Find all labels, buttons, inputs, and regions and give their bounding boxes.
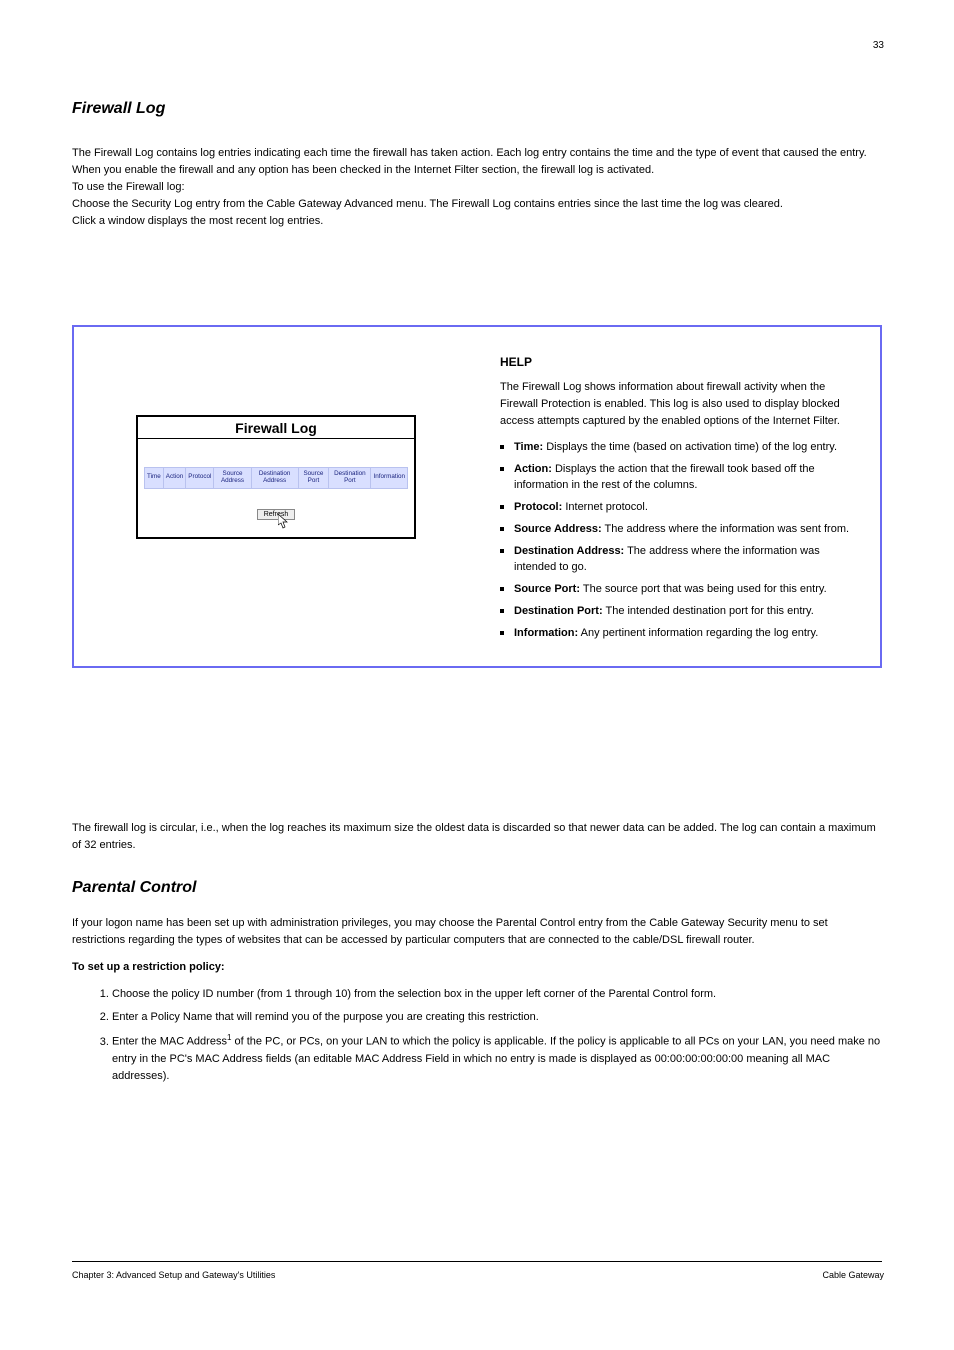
footer-left: Chapter 3: Advanced Setup and Gateway's … (72, 1270, 275, 1280)
page-title: Firewall Log (72, 100, 165, 118)
step-item: Enter a Policy Name that will remind you… (112, 1009, 882, 1026)
th-time: Time (145, 468, 164, 489)
list-item: Source Port: The source port that was be… (500, 582, 858, 598)
intro-p3: Choose the Security Log entry from the C… (72, 196, 882, 213)
parental-p1: If your logon name has been set up with … (72, 915, 882, 949)
bullet-icon (500, 505, 504, 509)
bullet-icon (500, 549, 504, 553)
parental-p2: To set up a restriction policy: (72, 959, 882, 976)
list-item: Protocol: Internet protocol. (500, 500, 858, 516)
th-action: Action (163, 468, 186, 489)
step-item: Enter the MAC Address1 of the PC, or PCs… (112, 1032, 882, 1085)
list-item: Information: Any pertinent information r… (500, 626, 858, 642)
item-label: Protocol: (514, 501, 562, 513)
th-src-port: Source Port (298, 468, 329, 489)
bullet-icon (500, 631, 504, 635)
screenshot-column: Firewall Log Time Action Protocol Source… (96, 355, 486, 539)
item-label: Time: (514, 441, 543, 453)
step-item: Choose the policy ID number (from 1 thro… (112, 986, 882, 1003)
section-heading-parental: Parental Control (72, 876, 882, 901)
bullet-icon (500, 609, 504, 613)
bullet-icon (500, 445, 504, 449)
list-item: Source Address: The address where the in… (500, 522, 858, 538)
item-label: Source Address: (514, 523, 602, 535)
item-text: The source port that was being used for … (580, 583, 827, 595)
item-text: Any pertinent information regarding the … (578, 627, 818, 639)
item-label: Destination Address: (514, 545, 624, 557)
item-label: Action: (514, 463, 552, 475)
bullet-icon (500, 527, 504, 531)
item-label: Source Port: (514, 583, 580, 595)
help-heading: HELP (500, 355, 858, 369)
steps-list: Choose the policy ID number (from 1 thro… (112, 986, 882, 1085)
item-label: Destination Port: (514, 605, 603, 617)
bullet-icon (500, 467, 504, 471)
intro-p4: Click a window displays the most recent … (72, 213, 882, 230)
firewall-log-panel: Firewall Log Time Action Protocol Source… (136, 415, 416, 539)
panel-title: Firewall Log (138, 417, 414, 439)
log-circular-para: The firewall log is circular, i.e., when… (72, 820, 882, 854)
th-protocol: Protocol (186, 468, 214, 489)
help-para: The Firewall Log shows information about… (500, 379, 858, 430)
help-column: HELP The Firewall Log shows information … (486, 355, 858, 648)
item-text: The intended destination port for this e… (603, 605, 814, 617)
intro-p1: The Firewall Log contains log entries in… (72, 145, 882, 179)
bullet-icon (500, 587, 504, 591)
list-item: Action: Displays the action that the fir… (500, 462, 858, 494)
help-list: Time: Displays the time (based on activa… (500, 440, 858, 641)
item-text: The address where the information was se… (602, 523, 849, 535)
list-item: Time: Displays the time (based on activa… (500, 440, 858, 456)
item-text: Displays the action that the firewall to… (514, 463, 815, 491)
footer-rule (72, 1261, 882, 1262)
intro-block: The Firewall Log contains log entries in… (72, 145, 882, 230)
intro-p2: To use the Firewall log: (72, 179, 882, 196)
page-number-top: 33 (873, 40, 884, 51)
item-label: Information: (514, 627, 578, 639)
th-dst-port: Destination Port (329, 468, 371, 489)
cursor-icon (278, 514, 290, 530)
item-text: Displays the time (based on activation t… (543, 441, 837, 453)
help-box: Firewall Log Time Action Protocol Source… (72, 325, 882, 668)
list-item: Destination Port: The intended destinati… (500, 604, 858, 620)
item-text: Internet protocol. (562, 501, 648, 513)
th-info: Information (371, 468, 408, 489)
th-src-addr: Source Address (214, 468, 251, 489)
log-table: Time Action Protocol Source Address Dest… (144, 467, 408, 489)
below-content: The firewall log is circular, i.e., when… (72, 820, 882, 1095)
footer-right: Cable Gateway (822, 1270, 884, 1280)
th-dst-addr: Destination Address (251, 468, 298, 489)
list-item: Destination Address: The address where t… (500, 544, 858, 576)
